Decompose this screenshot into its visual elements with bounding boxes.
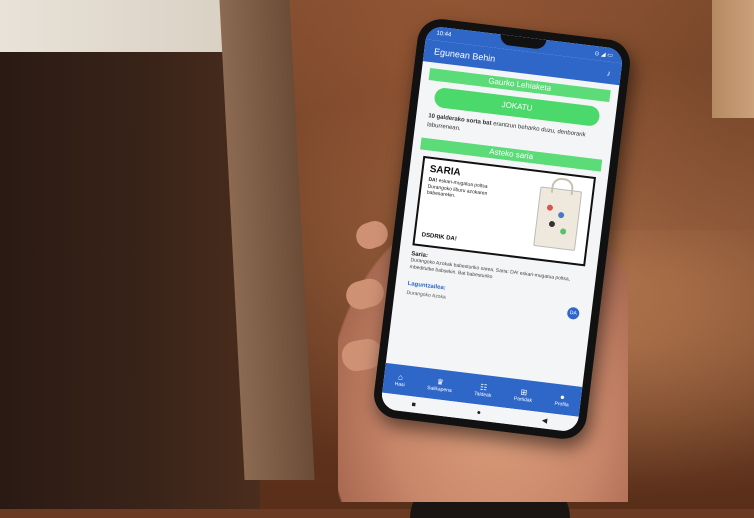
main-content: Gaurko Lehiaketa JOKATU 10 galderako sor… [393, 61, 619, 325]
recents-icon[interactable]: ■ [411, 401, 416, 408]
wall-ledge [0, 0, 250, 52]
prize-card-title: SARIA [429, 163, 462, 179]
nav-matches-label: Partidak [513, 395, 533, 404]
nav-teams-label: Taldeak [473, 390, 492, 399]
nav-home[interactable]: ⌂ Hasi [394, 372, 406, 388]
prize-card[interactable]: SARIA DA! eskari-mugatua poltsa Durangok… [412, 155, 597, 267]
bell-icon[interactable]: ♪ [606, 68, 611, 77]
bag-print-green [559, 228, 567, 235]
home-circle-icon[interactable]: ● [476, 409, 481, 416]
status-time: 10:44 [435, 30, 452, 39]
prize-logo: DSDRIK DA! [421, 232, 458, 243]
bag-print-red [546, 204, 554, 212]
dark-wall [0, 0, 260, 509]
app-title: Egunean Behin [433, 46, 496, 64]
nav-matches[interactable]: ⊞ Partidak [514, 386, 534, 403]
phone-screen: 10:44 ⊙ ◢ ▭ Egunean Behin ♪ Gaurko Lehia… [380, 25, 624, 433]
back-icon[interactable]: ◀ [541, 416, 547, 425]
wooden-post [712, 0, 754, 118]
nav-home-label: Hasi [394, 380, 406, 388]
bag-print-dark [548, 220, 556, 228]
nav-ranking[interactable]: ♛ Sailkapena [427, 376, 453, 394]
sponsor-badge[interactable]: DA [566, 306, 580, 320]
bag-print-blue [557, 211, 565, 219]
nav-profile[interactable]: ● Profila [554, 391, 570, 408]
tote-bag-image [533, 186, 583, 252]
status-indicators: ⊙ ◢ ▭ [594, 50, 614, 59]
nav-teams[interactable]: ☷ Taldeak [474, 381, 493, 398]
nav-profile-label: Profila [554, 400, 570, 408]
sponsor-name: Durangoko Azoka [406, 289, 447, 301]
play-desc-rest: erantzun beharko duzu, denborarik laburr… [426, 121, 586, 139]
prize-card-text: DA! eskari-mugatua poltsa Durangoko libu… [426, 177, 490, 204]
